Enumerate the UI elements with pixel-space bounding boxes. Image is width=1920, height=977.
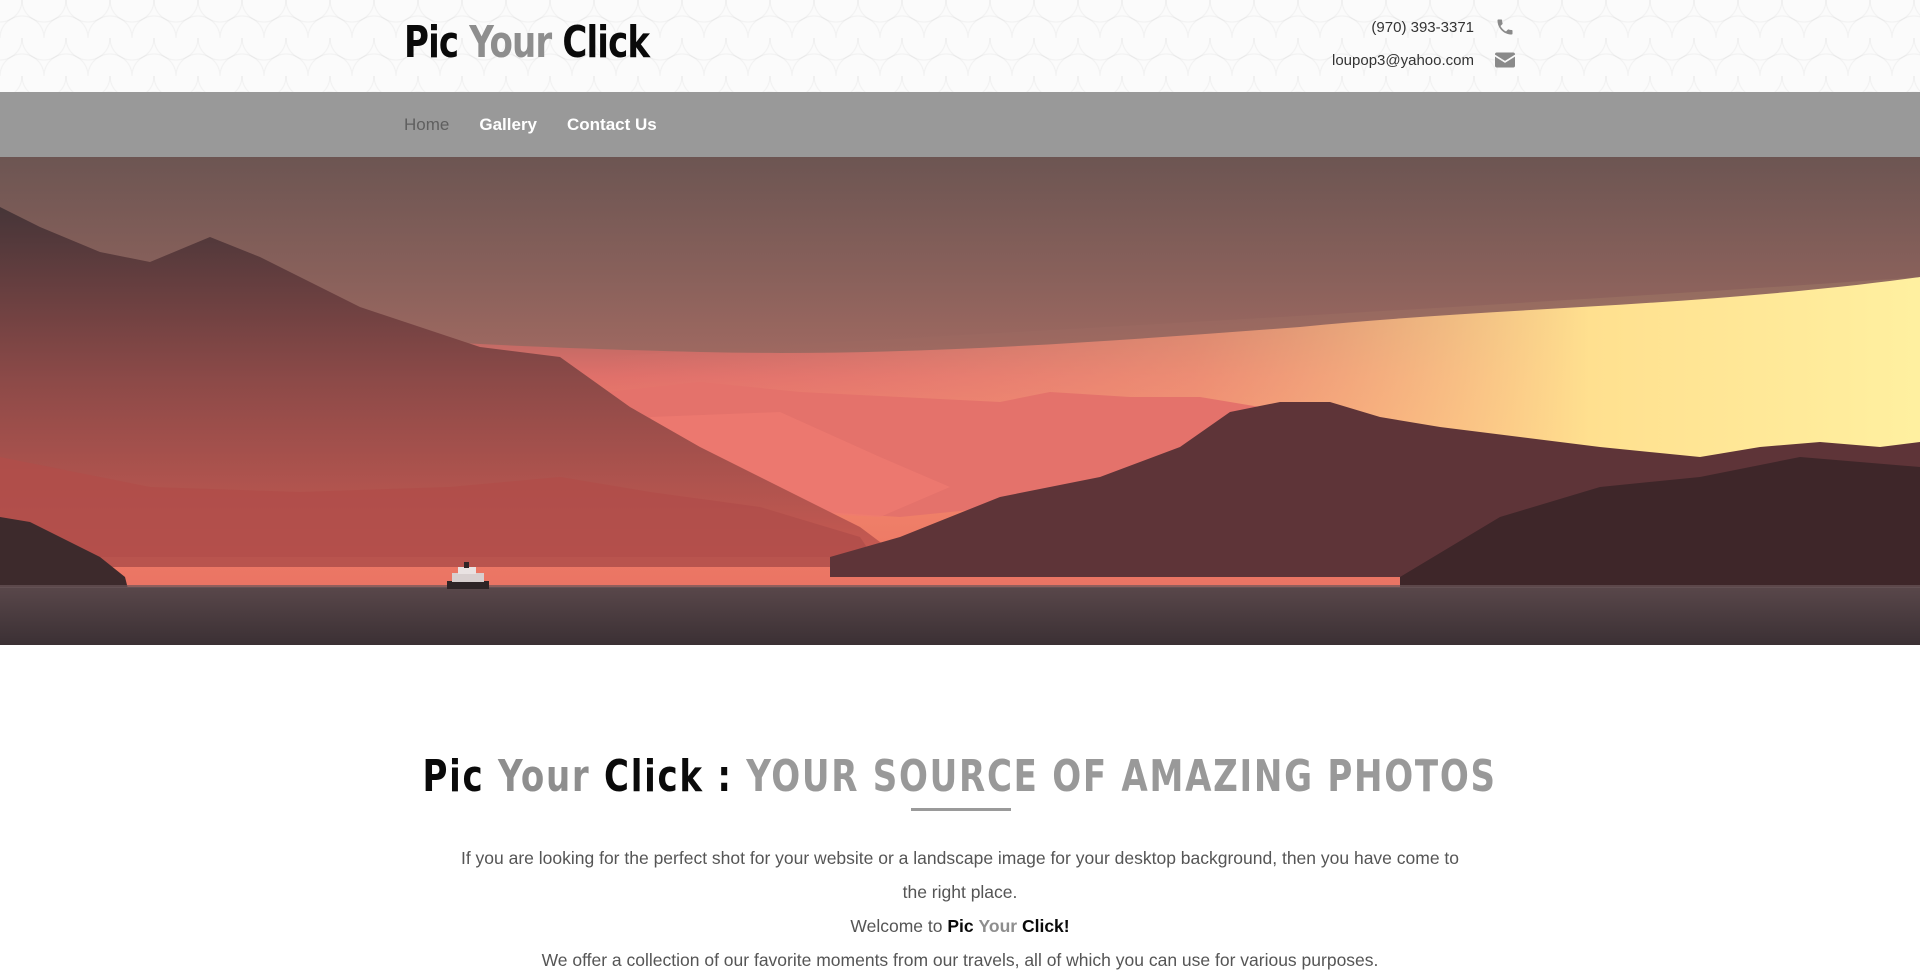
- hero-image: [0, 157, 1920, 645]
- intro-section: Pic Your Click : YOUR SOURCE OF AMAZING …: [0, 645, 1920, 970]
- intro-paragraph-3: We offer a collection of our favorite mo…: [541, 950, 1379, 970]
- email-address[interactable]: loupop3@yahoo.com: [1332, 52, 1474, 69]
- heading-word-click: Click: [604, 751, 705, 803]
- welcome-prefix: Welcome to: [850, 916, 943, 936]
- welcome-word-pic: Pic: [947, 916, 974, 936]
- main-nav: Home Gallery Contact Us: [0, 92, 1920, 157]
- header-phone[interactable]: (970) 393-3371: [1371, 15, 1516, 39]
- intro-heading: Pic Your Click : YOUR SOURCE OF AMAZING …: [0, 751, 1920, 803]
- intro-welcome-line: Welcome to Pic Your Click!: [460, 909, 1460, 943]
- phone-number[interactable]: (970) 393-3371: [1371, 19, 1474, 36]
- hero-sunset-illustration: [0, 157, 1920, 645]
- nav-item-home[interactable]: Home: [404, 115, 449, 135]
- nav-item-contact-us[interactable]: Contact Us: [567, 115, 657, 135]
- welcome-word-your: Your: [978, 916, 1018, 936]
- phone-icon: [1494, 16, 1516, 38]
- heading-word-your: Your: [498, 751, 591, 803]
- envelope-icon: [1494, 49, 1516, 71]
- nav-item-gallery[interactable]: Gallery: [479, 115, 537, 135]
- logo-word-your: Your: [469, 17, 552, 68]
- heading-separator: :: [717, 751, 734, 803]
- heading-word-pic: Pic: [422, 751, 485, 803]
- site-header: Pic Your Click (970) 393-3371 loupop3@ya…: [0, 0, 1920, 92]
- site-logo[interactable]: Pic Your Click: [404, 17, 650, 69]
- logo-word-pic: Pic: [404, 17, 459, 68]
- intro-paragraph-1: If you are looking for the perfect shot …: [460, 848, 1460, 902]
- header-email[interactable]: loupop3@yahoo.com: [1332, 48, 1516, 72]
- heading-tagline: YOUR SOURCE OF AMAZING PHOTOS: [746, 751, 1498, 803]
- logo-word-click: Click: [562, 17, 650, 68]
- welcome-word-click: Click!: [1021, 916, 1070, 936]
- heading-divider: [911, 808, 1011, 811]
- nav-links: Home Gallery Contact Us: [404, 92, 657, 157]
- intro-body: If you are looking for the perfect shot …: [460, 841, 1460, 977]
